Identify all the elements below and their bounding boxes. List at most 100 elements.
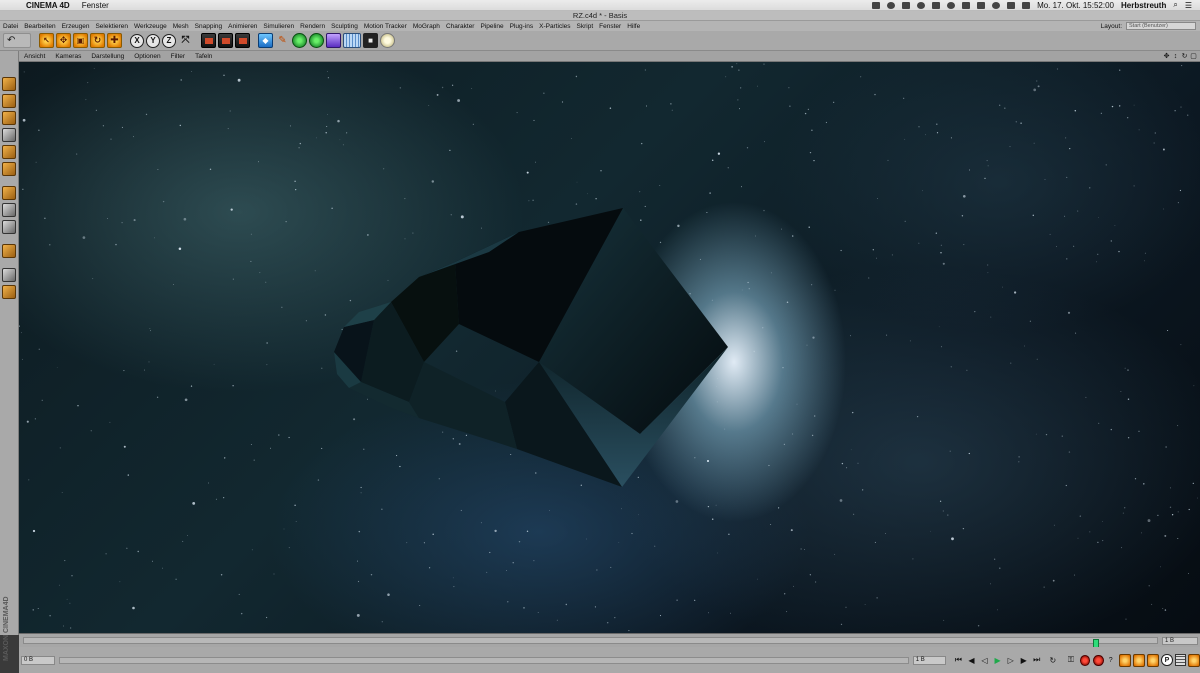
menu-datei[interactable]: Datei [0,23,21,30]
z-axis-lock-button[interactable]: Z [162,33,176,48]
spotlight-icon[interactable]: ⌕ [1173,0,1177,10]
play-button[interactable]: ▶ [992,654,1004,667]
texture-mode-button[interactable] [2,94,16,108]
array-generator-button[interactable] [309,33,324,48]
menu-fenster[interactable]: Fenster [596,23,624,30]
rotate-tool[interactable]: ↻ [90,33,105,48]
menu-sculpting[interactable]: Sculpting [328,23,361,30]
move-tool[interactable]: ✥ [56,33,71,48]
battery-icon[interactable] [1022,1,1031,9]
live-selection-tool[interactable]: ↖ [39,33,54,48]
wifi-icon[interactable] [992,1,1001,9]
pen-spline-button[interactable]: ✎ [275,33,290,48]
subdivision-surface-button[interactable] [292,33,307,48]
x-axis-lock-button[interactable]: X [130,33,144,48]
scale-key-button[interactable] [1132,653,1146,667]
cube-primitive-button[interactable]: ◆ [258,33,273,48]
menu-rendern[interactable]: Rendern [297,23,328,30]
menu-motion-tracker[interactable]: Motion Tracker [361,23,410,30]
menubar-clock[interactable]: Mo. 17. Okt. 15:52:00 [1037,1,1114,10]
3d-viewport[interactable] [19,62,1200,633]
timeline-track[interactable] [23,637,1158,650]
menu-snapping[interactable]: Snapping [192,23,225,30]
menu-werkzeuge[interactable]: Werkzeuge [131,23,170,30]
tweak-mode-button[interactable] [2,203,16,217]
menu-selektieren[interactable]: Selektieren [92,23,131,30]
next-frame-button[interactable]: ▷ [1005,654,1017,667]
keyframe-selection-button[interactable]: ? [1105,654,1117,667]
menubar-user[interactable]: Herbstreuth [1121,1,1166,10]
coordinate-system-button[interactable]: ⤧ [178,33,193,48]
timemachine-icon[interactable] [947,1,956,9]
render-view-button[interactable] [201,33,216,48]
render-settings-button[interactable] [235,33,250,48]
scale-tool[interactable]: ▣ [73,33,88,48]
display-icon[interactable] [932,1,941,9]
shield-icon[interactable] [962,1,971,9]
viewport-menu-tafeln[interactable]: Tafeln [190,53,217,60]
dropbox-icon[interactable] [872,1,881,9]
next-key-button[interactable]: ▶ [1018,654,1030,667]
viewport-zoom-icon[interactable]: ↕ [1172,53,1179,60]
snap-button[interactable] [2,220,16,234]
prev-frame-button[interactable]: ◁ [979,654,991,667]
points-mode-button[interactable] [2,128,16,142]
menu-charakter[interactable]: Charakter [443,23,478,30]
viewport-move-icon[interactable]: ✥ [1163,53,1170,60]
prev-key-button[interactable]: ◀ [965,654,977,667]
viewport-menu-optionen[interactable]: Optionen [129,53,165,60]
viewport-maximize-icon[interactable]: ▢ [1190,53,1197,60]
menu-bearbeiten[interactable]: Bearbeiten [21,23,58,30]
deformer-button[interactable] [326,33,341,48]
menu-skript[interactable]: Skript [574,23,597,30]
edges-mode-button[interactable] [2,145,16,159]
menu-mesh[interactable]: Mesh [170,23,192,30]
camera-button[interactable]: ■ [363,33,378,48]
go-to-end-button[interactable]: ⏭ [1031,654,1043,667]
viewport-menu-ansicht[interactable]: Ansicht [19,53,50,60]
record-button[interactable] [1079,654,1091,666]
point-level-animation-button[interactable] [1174,654,1186,666]
go-to-start-button[interactable]: ⏮ [952,654,964,667]
menu-plugins[interactable]: Plug-ins [507,23,536,30]
mac-menu-fenster[interactable]: Fenster [82,1,109,10]
viewport-menu-kameras[interactable]: Kameras [50,53,86,60]
render-picture-viewer-button[interactable] [218,33,233,48]
autokey-button[interactable] [1093,654,1104,666]
model-mode-button[interactable] [2,77,16,91]
magnet-button[interactable] [2,244,16,258]
timeline-window-button[interactable] [1187,653,1200,667]
window-title-bar[interactable]: RZ.c4d * - Basis [0,11,1200,21]
bluetooth-icon[interactable] [977,1,986,9]
menu-animieren[interactable]: Animieren [225,23,260,30]
menu-mograph[interactable]: MoGraph [410,23,443,30]
sync-icon[interactable] [887,1,896,9]
position-key-button[interactable] [1118,653,1131,667]
viewport-menu-darstellung[interactable]: Darstellung [86,53,129,60]
menu-x-particles[interactable]: X-Particles [536,23,573,30]
y-axis-lock-button[interactable]: Y [146,33,160,48]
start-frame-field[interactable]: 0 B [21,655,55,665]
key-selection-button[interactable]: ⚿ [1065,654,1077,667]
volume-icon[interactable] [1007,1,1016,9]
timeline-end-frame[interactable]: 1 B [1162,637,1198,645]
clock-icon[interactable] [917,1,926,9]
polygons-mode-button[interactable] [2,162,16,176]
parameter-key-button[interactable]: P [1161,654,1173,666]
floor-scene-button[interactable] [343,33,361,48]
cloud-icon[interactable] [902,1,911,9]
menu-erzeugen[interactable]: Erzeugen [59,23,93,30]
loop-button[interactable]: ↻ [1047,654,1059,667]
axis-mode-button[interactable] [2,186,16,200]
rotation-key-button[interactable] [1147,653,1160,667]
menu-pipeline[interactable]: Pipeline [477,23,506,30]
app-name-menu[interactable]: CINEMA 4D [26,1,70,10]
workplane-lock-button[interactable] [2,268,16,282]
light-button[interactable] [380,33,395,48]
workplane-mode-button[interactable] [2,111,16,125]
recent-tool[interactable]: ✚ [107,33,122,48]
menu-simulieren[interactable]: Simulieren [260,23,297,30]
layer-button[interactable] [2,285,16,299]
undo-button[interactable]: ↶ [3,33,31,48]
layout-select[interactable]: Start (Benutzer) [1126,22,1196,30]
